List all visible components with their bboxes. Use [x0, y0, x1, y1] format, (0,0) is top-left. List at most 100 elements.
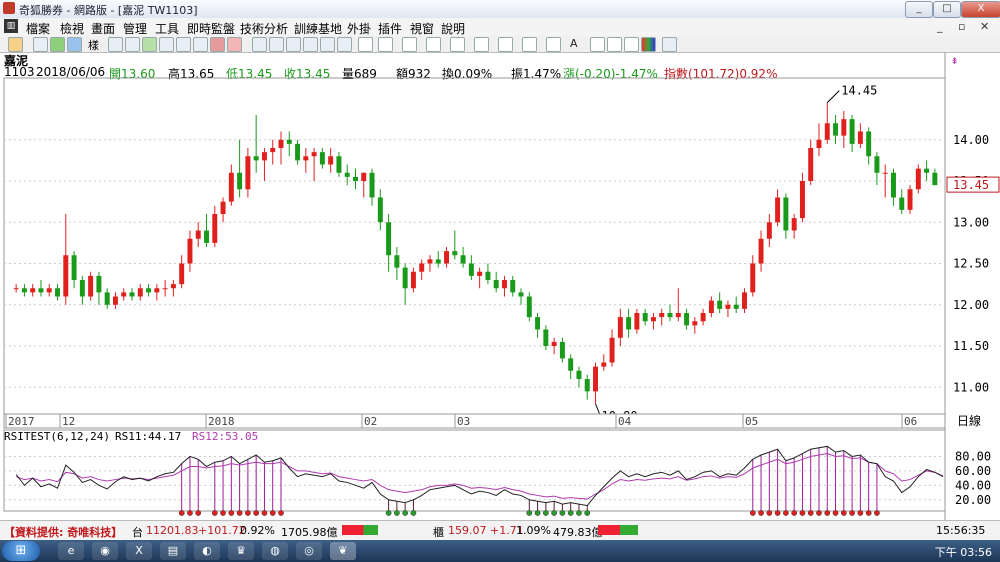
layout6-icon[interactable] [337, 37, 352, 52]
window-title: 奇狐勝券 - 網路版 - [嘉泥 TW1103] [19, 4, 198, 17]
minimize-button[interactable]: _ [905, 1, 933, 18]
menu-realtime[interactable]: 即時監盤 [187, 20, 235, 37]
menu-plugin-ext[interactable]: 外掛 [347, 20, 371, 37]
vline-tool-icon[interactable] [426, 37, 441, 52]
candle-body [766, 222, 772, 239]
pin-icon[interactable]: ⇞ [951, 53, 958, 67]
candle-body [659, 313, 665, 318]
candle-body [303, 156, 309, 161]
twse-label: 台 [132, 526, 143, 539]
candle-body [377, 197, 383, 223]
close-button[interactable]: X [961, 1, 1000, 18]
table-icon[interactable] [33, 37, 48, 52]
delete-tool-icon[interactable] [624, 37, 639, 52]
candle-body [253, 156, 259, 161]
candle-body [642, 313, 648, 322]
menu-tools[interactable]: 工具 [155, 20, 179, 37]
candle-body [924, 168, 930, 173]
ellipse-tool-icon[interactable] [546, 37, 561, 52]
alert-icon[interactable] [210, 37, 225, 52]
candle-body [708, 300, 714, 313]
signal-dot [807, 510, 814, 516]
excel-icon[interactable]: X [126, 542, 152, 560]
chart-icon[interactable] [159, 37, 174, 52]
menu-addons[interactable]: 插件 [378, 20, 402, 37]
signal-dot [791, 510, 798, 516]
media-icon[interactable]: ◎ [296, 542, 322, 560]
grid-icon[interactable] [67, 37, 82, 52]
start-button[interactable]: ⊞ [2, 541, 40, 561]
bell-icon[interactable] [227, 37, 242, 52]
menu-help[interactable]: 說明 [441, 20, 465, 37]
menu-screen[interactable]: 畫面 [91, 20, 115, 37]
chart-window-icon[interactable]: ▥ [4, 19, 18, 33]
xtick-label: 2018 [208, 415, 235, 428]
candle-body [361, 172, 367, 181]
candle-body [427, 259, 433, 264]
cursor-icon[interactable] [358, 37, 373, 52]
menu-view[interactable]: 檢視 [60, 20, 84, 37]
signal-dot [783, 510, 789, 516]
signal-dot [526, 510, 533, 516]
candle-body [212, 214, 218, 243]
line-tool-icon[interactable] [378, 37, 393, 52]
ytick-label: 12.50 [953, 257, 989, 271]
chrome-icon[interactable]: ◍ [262, 542, 288, 560]
candle-body [79, 280, 85, 297]
style-selector[interactable]: 樣 [88, 37, 99, 53]
save-icon[interactable] [662, 37, 677, 52]
period-label: 日線 [957, 413, 981, 428]
menu-file[interactable]: 檔案 [26, 20, 50, 37]
camera-icon[interactable] [108, 37, 123, 52]
candle-body [452, 251, 458, 256]
signal-dot [253, 510, 260, 516]
main-panel-border [3, 77, 946, 417]
layout2-icon[interactable] [269, 37, 284, 52]
crown-icon[interactable]: ♛ [228, 542, 254, 560]
hline-tool-icon[interactable] [402, 37, 417, 52]
text-tool-icon[interactable]: A [570, 37, 578, 50]
signal-dot [187, 510, 193, 516]
copy-tool-icon[interactable] [590, 37, 605, 52]
price-chart[interactable]: 14.4510.80 14.0013.5013.0012.5012.0011.5… [0, 52, 1000, 520]
layout4-icon[interactable] [303, 37, 318, 52]
list-icon[interactable] [142, 37, 157, 52]
book-icon[interactable] [176, 37, 191, 52]
twse-index: 11201.83 [146, 524, 199, 537]
candle-body [717, 300, 723, 309]
layout1-icon[interactable] [252, 37, 267, 52]
menu-manage[interactable]: 管理 [123, 20, 147, 37]
fox-app-icon[interactable]: ❦ [330, 542, 356, 560]
candle-body [369, 172, 375, 198]
mdi-restore-button[interactable]: ▫ [958, 20, 965, 33]
ytick-label: 11.50 [953, 339, 989, 353]
menu-technical[interactable]: 技術分析 [240, 20, 288, 37]
candle-body [617, 317, 623, 338]
high-pointer [826, 90, 840, 103]
menu-window[interactable]: 視窗 [410, 20, 434, 37]
line-icon[interactable]: ◉ [92, 542, 118, 560]
mdi-close-button[interactable]: ✕ [980, 20, 989, 33]
candle-body [344, 172, 350, 177]
layout3-icon[interactable] [286, 37, 301, 52]
maximize-button[interactable]: □ [933, 1, 961, 18]
fan-tool-icon[interactable] [450, 37, 465, 52]
bars-icon[interactable] [125, 37, 140, 52]
explorer-icon[interactable]: ▤ [160, 542, 186, 560]
stock-app-icon[interactable]: ◐ [194, 542, 220, 560]
color-picker-icon[interactable] [641, 37, 656, 52]
add-icon[interactable] [50, 37, 65, 52]
open-icon[interactable] [8, 37, 23, 52]
pattern-tool-icon[interactable] [498, 37, 513, 52]
menu-training[interactable]: 訓練基地 [294, 20, 342, 37]
channel-tool-icon[interactable] [474, 37, 489, 52]
mdi-minimize-button[interactable]: _ [937, 20, 943, 33]
report-icon[interactable] [193, 37, 208, 52]
signal-dot [551, 510, 557, 516]
signal-dot [749, 510, 756, 516]
xtick-label: 04 [618, 415, 632, 428]
rect-tool-icon[interactable] [522, 37, 537, 52]
layout5-icon[interactable] [320, 37, 335, 52]
ie-icon[interactable]: e [58, 542, 84, 560]
eraser-tool-icon[interactable] [607, 37, 622, 52]
